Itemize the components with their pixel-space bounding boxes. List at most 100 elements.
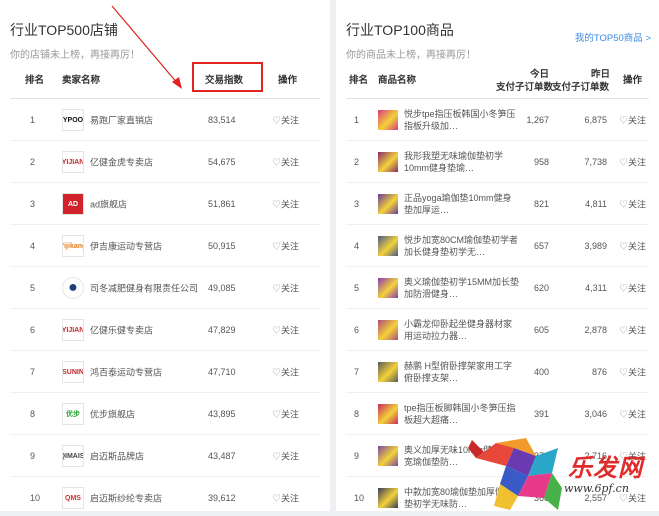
product-today-orders: 620 [533, 283, 549, 293]
heart-icon: ♡ [272, 199, 281, 211]
follow-shop-button[interactable]: ♡关注 [272, 324, 299, 337]
shop-name[interactable]: ad旗舰店 [90, 198, 127, 211]
shop-name[interactable]: 易跑厂家直销店 [90, 114, 153, 127]
product-name[interactable]: 奥义瑜伽垫初学15MM加长垫加防滑健身… [404, 276, 519, 300]
product-thumbnail-icon[interactable] [378, 152, 398, 172]
heart-icon: ♡ [619, 493, 628, 505]
product-name[interactable]: 我形我塑无味瑜伽垫初学10mm健身垫瑜… [404, 150, 519, 174]
shop-row: 2 YIJIAN 亿健金虎专卖店 54,675 ♡关注 [0, 141, 330, 183]
heart-icon: ♡ [272, 283, 281, 295]
shop-trade-index: 43,895 [208, 409, 236, 419]
product-yesterday-orders: 3,989 [584, 241, 607, 251]
shop-row: 7 SUNIN 鸿百泰运动专营店 47,710 ♡关注 [0, 351, 330, 393]
product-name[interactable]: 中款加宽80瑜伽垫加厚健身垫初学无味防… [404, 486, 519, 510]
shop-rank: 7 [30, 367, 36, 377]
shop-row: 1 YPOO 易跑厂家直销店 83,514 ♡关注 [0, 99, 330, 141]
product-today-orders: 958 [533, 157, 549, 167]
follow-label: 关注 [280, 283, 299, 294]
product-name[interactable]: 奥义加厚无味10mm健身垫加宽瑜伽垫防… [404, 444, 519, 468]
heart-icon: ♡ [272, 451, 281, 463]
shop-row: 9 QIMAISI 启迈斯品牌店 43,487 ♡关注 [0, 435, 330, 477]
products-header-yesterday-sub: 支付子订单数 [552, 82, 610, 93]
follow-shop-button[interactable]: ♡关注 [272, 450, 299, 463]
follow-shop-button[interactable]: ♡关注 [272, 156, 299, 169]
shop-name[interactable]: 司冬减肥健身有限责任公司 [90, 282, 198, 295]
follow-product-button[interactable]: ♡关注 [619, 450, 646, 463]
product-name[interactable]: 赫鹏 H型俯卧撑架家用工字俯卧撑支架… [404, 360, 519, 384]
follow-shop-button[interactable]: ♡关注 [272, 198, 299, 211]
product-thumbnail-icon[interactable] [378, 320, 398, 340]
follow-label: 关注 [280, 157, 299, 168]
follow-product-button[interactable]: ♡关注 [619, 408, 646, 421]
heart-icon: ♡ [272, 241, 281, 253]
product-row: 5 奥义瑜伽垫初学15MM加长垫加防滑健身… 620 4,311 ♡关注 [336, 267, 659, 309]
shop-name[interactable]: 亿健金虎专卖店 [90, 156, 153, 169]
follow-product-button[interactable]: ♡关注 [619, 324, 646, 337]
heart-icon: ♡ [272, 409, 281, 421]
product-today-orders: 400 [533, 367, 549, 377]
shop-rank: 5 [30, 283, 36, 293]
follow-product-button[interactable]: ♡关注 [619, 282, 646, 295]
product-thumbnail-icon[interactable] [378, 236, 398, 256]
product-thumbnail-icon[interactable] [378, 194, 398, 214]
follow-shop-button[interactable]: ♡关注 [272, 240, 299, 253]
follow-product-button[interactable]: ♡关注 [619, 492, 646, 505]
product-name[interactable]: 悦步tpe指压板韩国小冬笋压指板升级加… [404, 108, 519, 132]
product-rank: 9 [354, 451, 360, 461]
product-thumbnail-icon[interactable] [378, 446, 398, 466]
follow-shop-button[interactable]: ♡关注 [272, 114, 299, 127]
follow-shop-button[interactable]: ♡关注 [272, 282, 299, 295]
shop-logo-icon: 优步 [62, 403, 84, 425]
follow-product-button[interactable]: ♡关注 [619, 240, 646, 253]
shop-name[interactable]: 启迈斯纱纶专卖店 [90, 492, 162, 505]
product-thumbnail-icon[interactable] [378, 278, 398, 298]
follow-product-button[interactable]: ♡关注 [619, 366, 646, 379]
product-row: 3 正品yoga瑜伽垫10mm健身垫加厚运… 821 4,811 ♡关注 [336, 183, 659, 225]
product-thumbnail-icon[interactable] [378, 110, 398, 130]
follow-product-button[interactable]: ♡关注 [619, 156, 646, 169]
product-thumbnail-icon[interactable] [378, 362, 398, 382]
follow-label: 关注 [280, 241, 299, 252]
my-top50-link[interactable]: 我的TOP50商品 > [575, 30, 651, 44]
product-rank: 1 [354, 115, 360, 125]
product-today-orders: 368 [533, 493, 549, 503]
follow-shop-button[interactable]: ♡关注 [272, 408, 299, 421]
product-name[interactable]: 正品yoga瑜伽垫10mm健身垫加厚运… [404, 192, 519, 216]
follow-shop-button[interactable]: ♡关注 [272, 366, 299, 379]
product-row: 7 赫鹏 H型俯卧撑架家用工字俯卧撑支架… 400 876 ♡关注 [336, 351, 659, 393]
product-thumbnail-icon[interactable] [378, 404, 398, 424]
product-thumbnail-icon[interactable] [378, 488, 398, 508]
follow-label: 关注 [627, 451, 646, 462]
shop-rank: 1 [30, 115, 36, 125]
product-rank: 7 [354, 367, 360, 377]
shop-name[interactable]: 优步旗舰店 [90, 408, 135, 421]
shop-name[interactable]: 启迈斯品牌店 [90, 450, 144, 463]
follow-label: 关注 [280, 325, 299, 336]
shop-trade-index: 39,612 [208, 493, 236, 503]
product-yesterday-orders: 2,716 [584, 451, 607, 461]
shop-name[interactable]: 伊吉康运动专营店 [90, 240, 162, 253]
follow-shop-button[interactable]: ♡关注 [272, 492, 299, 505]
follow-label: 关注 [627, 367, 646, 378]
product-row: 6 小霸龙仰卧起坐健身器材家用运动拉力器… 605 2,878 ♡关注 [336, 309, 659, 351]
shop-rank: 10 [30, 493, 41, 503]
shop-name[interactable]: 亿健乐健专卖店 [90, 324, 153, 337]
product-row: 4 悦步加宽80CM瑜伽垫初学者加长健身垫初学无… 657 3,989 ♡关注 [336, 225, 659, 267]
follow-label: 关注 [280, 409, 299, 420]
shop-name[interactable]: 鸿百泰运动专营店 [90, 366, 162, 379]
shops-header-action: 操作 [278, 75, 298, 86]
product-name[interactable]: 小霸龙仰卧起坐健身器材家用运动拉力器… [404, 318, 519, 342]
product-name[interactable]: tpe指压板脚韩国小冬笋压指板超大超痛… [404, 402, 519, 426]
product-rank: 2 [354, 157, 360, 167]
shop-row: 6 YIJIAN 亿健乐健专卖店 47,829 ♡关注 [0, 309, 330, 351]
follow-product-button[interactable]: ♡关注 [619, 114, 646, 127]
product-yesterday-orders: 2,878 [584, 325, 607, 335]
follow-label: 关注 [627, 409, 646, 420]
follow-product-button[interactable]: ♡关注 [619, 198, 646, 211]
product-name[interactable]: 悦步加宽80CM瑜伽垫初学者加长健身垫初学无… [404, 234, 519, 258]
product-yesterday-orders: 4,311 [585, 283, 607, 293]
heart-icon: ♡ [272, 325, 281, 337]
highlight-box [192, 62, 263, 92]
shop-trade-index: 50,915 [208, 241, 236, 251]
shops-subtitle: 你的店铺未上榜，再接再厉！ [10, 50, 140, 61]
